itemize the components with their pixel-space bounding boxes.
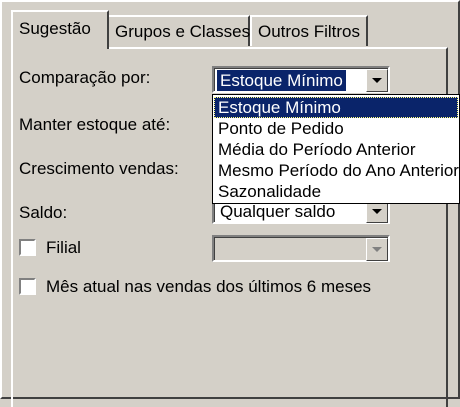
- tab-grupos-e-classes[interactable]: Grupos e Classes: [107, 15, 250, 46]
- option-estoque-minimo[interactable]: Estoque Mínimo: [214, 97, 458, 118]
- option-media-periodo-anterior[interactable]: Média do Período Anterior: [214, 139, 458, 160]
- option-ponto-de-pedido[interactable]: Ponto de Pedido: [214, 118, 458, 139]
- option-sazonalidade[interactable]: Sazonalidade: [214, 181, 458, 202]
- option-mesmo-periodo-ano-anterior[interactable]: Mesmo Período do Ano Anterior: [214, 160, 459, 181]
- tab-outros-filtros[interactable]: Outros Filtros: [250, 15, 368, 46]
- comparacao-dropdown-list: Estoque Mínimo Ponto de Pedido Média do …: [212, 94, 460, 204]
- dialog-window: Sugestão Grupos e Classes Outros Filtros…: [0, 0, 460, 407]
- tab-sugestao[interactable]: Sugestão: [11, 10, 109, 49]
